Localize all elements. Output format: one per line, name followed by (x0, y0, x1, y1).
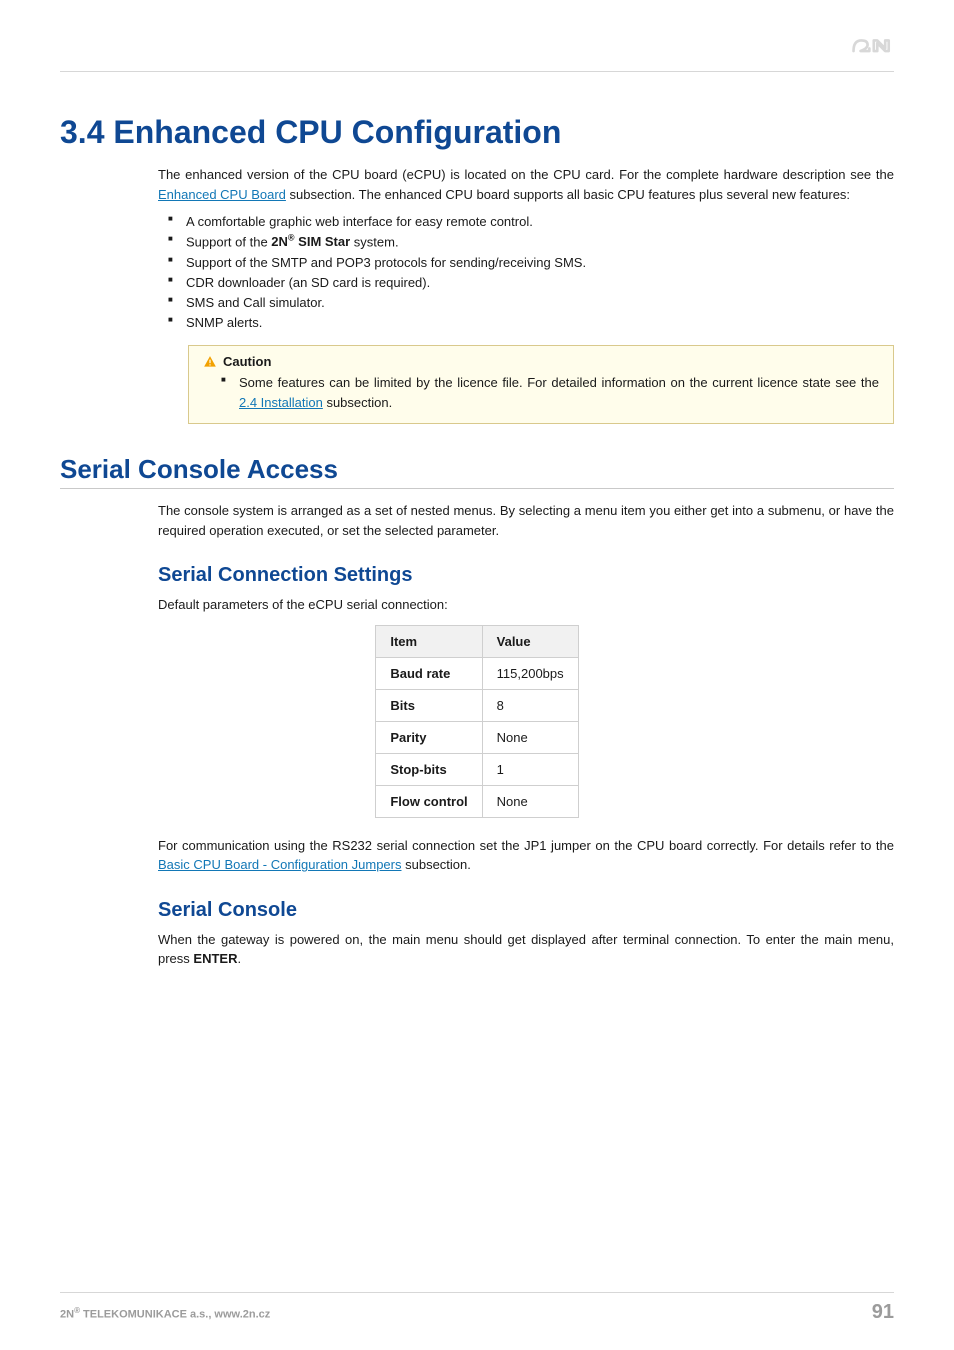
feature-text: Support of the SMTP and POP3 protocols f… (186, 255, 586, 270)
enhanced-cpu-board-link[interactable]: Enhanced CPU Board (158, 187, 286, 202)
callout-list: Some features can be limited by the lice… (203, 373, 879, 413)
list-item: CDR downloader (an SD card is required). (186, 273, 894, 293)
table-header-item: Item (376, 625, 482, 657)
footer-brand: 2N (60, 1309, 74, 1321)
table-cell-value: 8 (482, 689, 578, 721)
page-number: 91 (872, 1301, 894, 1324)
section-title: Enhanced CPU Configuration (113, 114, 561, 150)
settings-intro: Default parameters of the eCPU serial co… (158, 595, 894, 615)
brand-logo (850, 30, 894, 63)
table-cell-value: 1 (482, 753, 578, 785)
section-number: 3.4 (60, 114, 104, 150)
table-row: Bits 8 (376, 689, 578, 721)
enter-key-text: ENTER (193, 951, 237, 966)
feature-list: A comfortable graphic web interface for … (158, 212, 894, 333)
table-cell-value: 115,200bps (482, 657, 578, 689)
page-footer: 2N® TELEKOMUNIKACE a.s., www.2n.cz 91 (60, 1292, 894, 1324)
table-header-row: Item Value (376, 625, 578, 657)
intro-paragraph: The enhanced version of the CPU board (e… (158, 165, 894, 204)
feature-text: CDR downloader (an SD card is required). (186, 275, 430, 290)
table-cell-item: Flow control (376, 785, 482, 817)
brand-product: SIM Star (295, 234, 351, 249)
table-cell-value: None (482, 785, 578, 817)
rs232-text-a: For communication using the RS232 serial… (158, 838, 894, 853)
warning-icon (203, 355, 217, 369)
console-text-b: . (237, 951, 241, 966)
callout-title: Caution (203, 354, 879, 369)
rs232-text-b: subsection. (402, 857, 471, 872)
intro-text-a: The enhanced version of the CPU board (e… (158, 167, 894, 182)
list-item: Some features can be limited by the lice… (239, 373, 879, 413)
callout-text-b: subsection. (323, 395, 392, 410)
list-item: A comfortable graphic web interface for … (186, 212, 894, 232)
table-row: Flow control None (376, 785, 578, 817)
feature-text: Support of the (186, 234, 271, 249)
table-cell-item: Parity (376, 721, 482, 753)
table-row: Parity None (376, 721, 578, 753)
feature-text: A comfortable graphic web interface for … (186, 214, 533, 229)
callout-title-text: Caution (223, 354, 271, 369)
serial-connection-settings-heading: Serial Connection Settings (158, 564, 894, 587)
console-paragraph: When the gateway is powered on, the main… (158, 930, 894, 969)
serial-console-access-heading: Serial Console Access (60, 454, 894, 489)
serial-settings-table: Item Value Baud rate 115,200bps Bits 8 P… (375, 625, 578, 818)
page: 3.4 Enhanced CPU Configuration The enhan… (0, 0, 954, 1350)
cpu-board-jumpers-link[interactable]: Basic CPU Board - Configuration Jumpers (158, 857, 402, 872)
table-header-value: Value (482, 625, 578, 657)
brand-text: 2N (271, 234, 288, 249)
serial-intro-paragraph: The console system is arranged as a set … (158, 501, 894, 540)
list-item: SMS and Call simulator. (186, 293, 894, 313)
console-text-a: When the gateway is powered on, the main… (158, 932, 894, 967)
intro-text-b: subsection. The enhanced CPU board suppo… (286, 187, 850, 202)
feature-text: SMS and Call simulator. (186, 295, 325, 310)
footer-company: 2N® TELEKOMUNIKACE a.s., www.2n.cz (60, 1306, 270, 1321)
serial-console-heading: Serial Console (158, 899, 894, 922)
two-n-logo-icon (850, 30, 894, 58)
table-cell-item: Bits (376, 689, 482, 721)
feature-text: SNMP alerts. (186, 315, 262, 330)
table-cell-item: Stop-bits (376, 753, 482, 785)
table-cell-value: None (482, 721, 578, 753)
list-item: Support of the SMTP and POP3 protocols f… (186, 253, 894, 273)
feature-text: system. (350, 234, 398, 249)
table-row: Stop-bits 1 (376, 753, 578, 785)
caution-callout: Caution Some features can be limited by … (188, 345, 894, 424)
top-bar (60, 34, 894, 72)
list-item: Support of the 2N® SIM Star system. (186, 232, 894, 252)
list-item: SNMP alerts. (186, 313, 894, 333)
callout-text-a: Some features can be limited by the lice… (239, 375, 879, 390)
section-heading: 3.4 Enhanced CPU Configuration (60, 114, 894, 151)
footer-company-text: TELEKOMUNIKACE a.s., www.2n.cz (80, 1309, 270, 1321)
installation-link[interactable]: 2.4 Installation (239, 395, 323, 410)
table-cell-item: Baud rate (376, 657, 482, 689)
rs232-paragraph: For communication using the RS232 serial… (158, 836, 894, 875)
table-row: Baud rate 115,200bps (376, 657, 578, 689)
